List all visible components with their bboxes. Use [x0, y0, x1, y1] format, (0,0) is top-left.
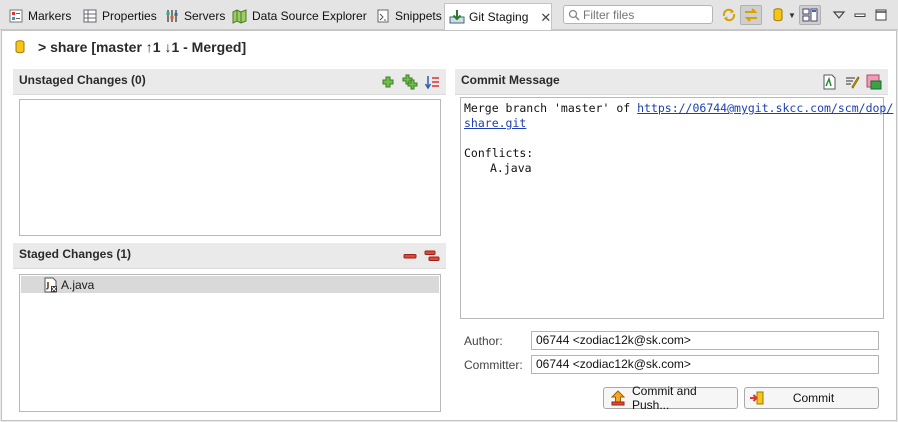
- commit-button[interactable]: Commit: [744, 387, 879, 409]
- commit-message-line: Merge branch 'master' of https://06744@m…: [464, 101, 894, 115]
- tab-label: Git Staging: [469, 10, 529, 24]
- properties-icon: [82, 8, 98, 24]
- commit-and-push-label: Commit and Push...: [632, 384, 697, 412]
- repository-url-link[interactable]: https://06744@mygit.skcc.com/scm/dop/: [637, 101, 893, 115]
- tab-servers[interactable]: Servers: [160, 4, 229, 28]
- tab-label: Data Source Explorer: [252, 9, 367, 23]
- unstaged-changes-list[interactable]: [19, 99, 441, 236]
- tab-snippets[interactable]: Snippets: [371, 4, 446, 28]
- add-change-id-icon[interactable]: [866, 74, 882, 90]
- servers-icon: [164, 8, 180, 24]
- refresh-button[interactable]: [718, 5, 740, 25]
- author-label: Author:: [464, 334, 503, 348]
- maximize-button[interactable]: [870, 5, 892, 25]
- commit-message-header: Commit Message: [455, 69, 888, 95]
- dropdown-arrow-icon: ▼: [788, 10, 796, 20]
- commit-push-icon: [610, 390, 626, 406]
- git-staging-view: > share [master ↑1 ↓1 - Merged] Unstaged…: [1, 30, 897, 421]
- amend-icon[interactable]: [844, 74, 860, 90]
- commit-message-label: Commit Message: [461, 73, 560, 87]
- minimize-button[interactable]: [849, 5, 871, 25]
- tab-label: Snippets: [395, 9, 442, 23]
- close-tab-icon[interactable]: ✕: [540, 11, 551, 24]
- author-field[interactable]: 06744 <zodiac12k@sk.com>: [531, 331, 879, 350]
- view-menu-button[interactable]: [828, 5, 850, 25]
- staged-changes-list[interactable]: J A.java: [19, 274, 441, 412]
- unstaged-changes-header: Unstaged Changes (0): [13, 69, 446, 95]
- commit-message-line: share.git: [464, 116, 880, 131]
- tab-properties[interactable]: Properties: [78, 4, 161, 28]
- committer-label: Committer:: [464, 358, 523, 372]
- unstage-selected-icon[interactable]: [402, 248, 418, 264]
- svg-text:J: J: [46, 281, 50, 290]
- sort-icon[interactable]: [424, 74, 440, 90]
- link-with-selection-button[interactable]: [740, 5, 762, 25]
- view-menu-icon: [831, 7, 847, 23]
- commit-label: Commit: [792, 391, 835, 405]
- conflicts-label: Conflicts:: [464, 146, 534, 160]
- repository-icon: [14, 39, 30, 55]
- stage-selected-icon[interactable]: [380, 74, 396, 90]
- view-tab-bar: Markers Properties Servers Data Source E…: [0, 0, 898, 30]
- presentation-layout-button[interactable]: [799, 5, 821, 25]
- maximize-icon: [873, 7, 889, 23]
- data-source-icon: [232, 8, 248, 24]
- commit-and-push-button[interactable]: Commit and Push...: [603, 384, 738, 412]
- conflict-file: A.java: [490, 161, 532, 175]
- tab-git-staging[interactable]: Git Staging ✕: [444, 3, 552, 30]
- staged-file-name: A.java: [61, 277, 95, 292]
- link-selection-icon: [743, 7, 759, 23]
- filter-files-input[interactable]: [583, 7, 708, 22]
- staged-changes-header: Staged Changes (1): [13, 243, 446, 269]
- tab-label: Properties: [102, 9, 157, 23]
- refresh-arrows-icon: [721, 7, 737, 23]
- repository-menu-button[interactable]: ▼: [770, 5, 798, 25]
- tab-markers[interactable]: Markers: [4, 4, 75, 28]
- unstaged-changes-label: Unstaged Changes (0): [19, 73, 146, 87]
- unstage-all-icon[interactable]: [424, 248, 440, 264]
- search-icon: [568, 9, 580, 21]
- java-file-icon: J: [43, 277, 59, 293]
- repository-url-link-cont[interactable]: share.git: [464, 116, 526, 130]
- markers-icon: [8, 8, 24, 24]
- git-staging-icon: [449, 9, 465, 25]
- commit-icon: [749, 390, 765, 406]
- committer-field[interactable]: 06744 <zodiac12k@sk.com>: [531, 355, 879, 374]
- repository-title-text: > share [master ↑1 ↓1 - Merged]: [38, 39, 247, 55]
- staged-changes-label: Staged Changes (1): [19, 247, 132, 261]
- filter-files-field[interactable]: [563, 5, 713, 24]
- repository-title: > share [master ↑1 ↓1 - Merged]: [14, 37, 246, 57]
- stage-all-icon[interactable]: [402, 74, 418, 90]
- commit-message-editor[interactable]: Merge branch 'master' of https://06744@m…: [460, 97, 894, 319]
- tab-label: Servers: [184, 9, 226, 23]
- tab-label: Markers: [28, 9, 72, 23]
- add-signed-off-by-icon[interactable]: [822, 74, 838, 90]
- minimize-icon: [852, 7, 868, 23]
- list-item[interactable]: J A.java: [21, 276, 439, 293]
- layout-icon: [802, 7, 818, 23]
- tab-data-source-explorer[interactable]: Data Source Explorer: [228, 4, 371, 28]
- snippets-icon: [375, 8, 391, 24]
- repository-icon: [772, 7, 788, 23]
